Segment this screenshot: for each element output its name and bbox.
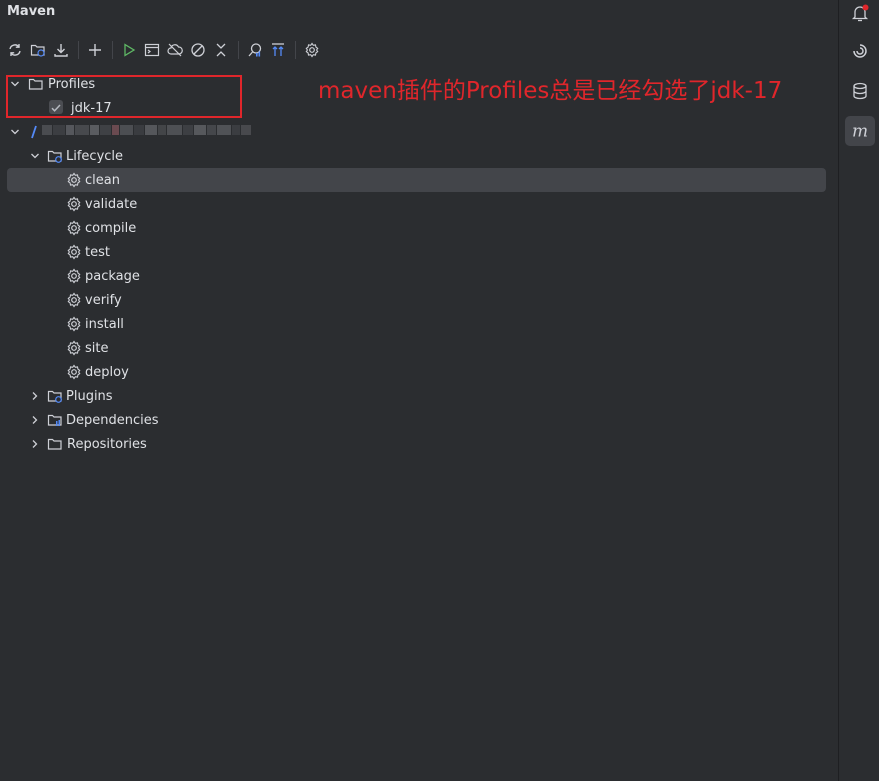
phase-label: package [85, 268, 140, 284]
chevron-right-icon[interactable] [29, 414, 41, 426]
tree-row-plugins[interactable]: Plugins [0, 384, 838, 408]
bell-icon [851, 4, 869, 22]
add-project-icon[interactable] [27, 39, 49, 61]
tree-row-dependencies[interactable]: Dependencies [0, 408, 838, 432]
reload-icon[interactable] [4, 39, 26, 61]
offline-icon[interactable] [164, 39, 186, 61]
plugins-folder-icon [47, 390, 62, 403]
database-button[interactable] [845, 76, 875, 106]
settings-icon[interactable] [301, 39, 323, 61]
chevron-right-icon[interactable] [29, 390, 41, 402]
toolbar-separator [78, 41, 79, 59]
dependencies-folder-icon [47, 414, 62, 426]
tree-row-phase-deploy[interactable]: deploy [0, 360, 838, 384]
run-icon[interactable] [118, 39, 140, 61]
gear-icon [67, 292, 81, 308]
gear-icon [67, 196, 81, 212]
chevron-down-icon[interactable] [9, 126, 21, 138]
phase-label: compile [85, 220, 137, 236]
phase-label: validate [85, 196, 138, 212]
gear-icon [67, 364, 81, 380]
phase-label: verify [85, 292, 122, 308]
toolbar-separator [295, 41, 296, 59]
phase-label: install [85, 316, 124, 332]
repositories-folder-icon [47, 438, 62, 450]
database-icon [853, 82, 867, 100]
tree-row-phase-clean[interactable]: clean [0, 168, 838, 192]
gear-icon [67, 268, 81, 284]
maven-button[interactable]: m [845, 116, 875, 146]
maven-tool-window: Maven Profiles jdk-17 maven插件的Profiles总是… [0, 0, 838, 781]
lifecycle-folder-icon [47, 150, 62, 163]
tree-label-dependencies: Dependencies [66, 412, 159, 428]
spiral-icon [853, 44, 867, 58]
notifications-button[interactable] [845, 0, 875, 28]
plus-icon[interactable] [84, 39, 106, 61]
gear-icon [67, 340, 81, 356]
gear-icon [67, 244, 81, 260]
gear-icon [67, 316, 81, 332]
tree-label-lifecycle: Lifecycle [66, 148, 124, 164]
skip-tests-icon[interactable] [187, 39, 209, 61]
maven-toolbar [4, 38, 324, 62]
selection-highlight [7, 168, 826, 192]
gear-icon [67, 220, 81, 236]
tree-label-repositories: Repositories [67, 436, 147, 452]
annotation-highlight-box [6, 75, 242, 118]
tree-row-phase-package[interactable]: package [0, 264, 838, 288]
tree-row-lifecycle[interactable]: Lifecycle [0, 144, 838, 168]
tool-window-title: Maven [7, 4, 56, 19]
ai-assistant-button[interactable] [845, 36, 875, 66]
tree-row-phase-compile[interactable]: compile [0, 216, 838, 240]
download-icon[interactable] [50, 39, 72, 61]
right-tool-strip: m [838, 0, 879, 781]
show-deps-icon[interactable] [267, 39, 289, 61]
maven-project-icon [31, 125, 37, 139]
toolbar-separator [238, 41, 239, 59]
maven-m-icon: m [852, 122, 868, 142]
phase-label: clean [85, 172, 120, 188]
chevron-down-icon[interactable] [29, 150, 41, 162]
analyze-icon[interactable] [244, 39, 266, 61]
tree-row-phase-validate[interactable]: validate [0, 192, 838, 216]
gear-icon [67, 172, 81, 188]
tree-row-phase-verify[interactable]: verify [0, 288, 838, 312]
chevron-right-icon[interactable] [29, 438, 41, 450]
toolbar-separator [112, 41, 113, 59]
tree-row-phase-test[interactable]: test [0, 240, 838, 264]
collapse-icon[interactable] [210, 39, 232, 61]
terminal-icon[interactable] [141, 39, 163, 61]
tree-row-phase-install[interactable]: install [0, 312, 838, 336]
phase-label: test [85, 244, 110, 260]
phase-label: deploy [85, 364, 129, 380]
annotation-text: maven插件的Profiles总是已经勾选了jdk-17 [318, 78, 783, 104]
tree-row-repositories[interactable]: Repositories [0, 432, 838, 456]
tree-label-plugins: Plugins [66, 388, 113, 404]
redacted-project-name [42, 125, 251, 137]
svg-text:m: m [852, 122, 868, 142]
phase-label: site [85, 340, 109, 356]
tree-row-phase-site[interactable]: site [0, 336, 838, 360]
